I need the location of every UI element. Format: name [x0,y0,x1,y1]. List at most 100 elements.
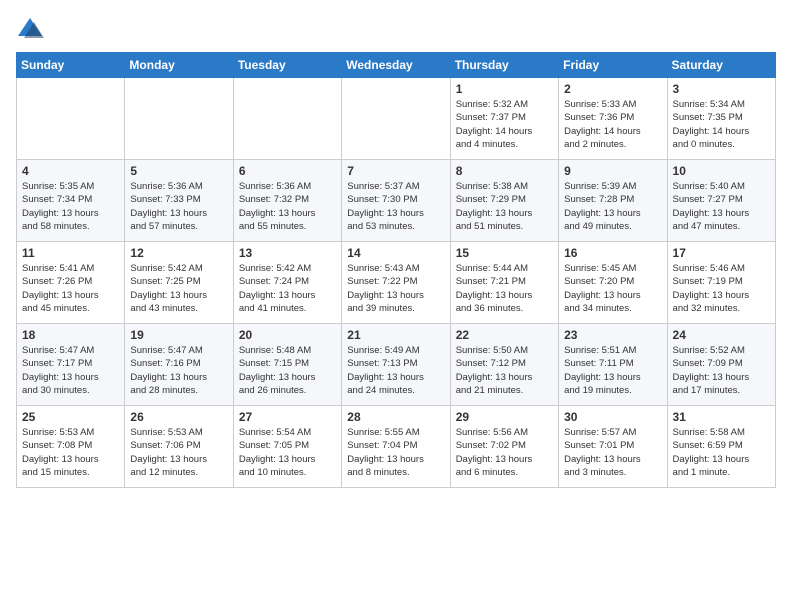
calendar-cell: 14 Sunrise: 5:43 AM Sunset: 7:22 PM Dayli… [342,242,450,324]
page-header [16,16,776,44]
week-row-4: 18 Sunrise: 5:47 AM Sunset: 7:17 PM Dayli… [17,324,776,406]
calendar-cell: 23Sunrise: 5:51 AM Sunset: 7:11 PM Dayli… [559,324,667,406]
day-info: Sunrise: 5:47 AM Sunset: 7:17 PM Dayligh… [22,344,119,397]
calendar-cell: 8Sunrise: 5:38 AM Sunset: 7:29 PM Daylig… [450,160,558,242]
day-number: 7 [347,164,444,178]
day-info: Sunrise: 5:37 AM Sunset: 7:30 PM Dayligh… [347,180,444,233]
week-row-1: 1 Sunrise: 5:32 AM Sunset: 7:37 PM Daylig… [17,78,776,160]
calendar-cell: 25 Sunrise: 5:53 AM Sunset: 7:08 PM Dayli… [17,406,125,488]
day-number: 30 [564,410,661,424]
calendar-cell [17,78,125,160]
day-number: 24 [673,328,770,342]
day-info: Sunrise: 5:54 AM Sunset: 7:05 PM Dayligh… [239,426,336,479]
day-info: Sunrise: 5:32 AM Sunset: 7:37 PM Dayligh… [456,98,553,151]
calendar-cell: 13 Sunrise: 5:42 AM Sunset: 7:24 PM Dayli… [233,242,341,324]
day-number: 14 [347,246,444,260]
day-info: Sunrise: 5:55 AM Sunset: 7:04 PM Dayligh… [347,426,444,479]
calendar-cell: 20 Sunrise: 5:48 AM Sunset: 7:15 PM Dayli… [233,324,341,406]
day-info: Sunrise: 5:40 AM Sunset: 7:27 PM Dayligh… [673,180,770,233]
week-row-5: 25 Sunrise: 5:53 AM Sunset: 7:08 PM Dayli… [17,406,776,488]
day-number: 4 [22,164,119,178]
day-number: 2 [564,82,661,96]
day-info: Sunrise: 5:52 AM Sunset: 7:09 PM Dayligh… [673,344,770,397]
day-number: 27 [239,410,336,424]
day-info: Sunrise: 5:41 AM Sunset: 7:26 PM Dayligh… [22,262,119,315]
calendar-cell: 30 Sunrise: 5:57 AM Sunset: 7:01 PM Dayli… [559,406,667,488]
day-number: 18 [22,328,119,342]
day-number: 12 [130,246,227,260]
day-number: 22 [456,328,553,342]
weekday-header-tuesday: Tuesday [233,53,341,78]
day-info: Sunrise: 5:42 AM Sunset: 7:25 PM Dayligh… [130,262,227,315]
calendar-cell [125,78,233,160]
logo-icon [16,16,44,44]
calendar-cell: 6 Sunrise: 5:36 AM Sunset: 7:32 PM Daylig… [233,160,341,242]
calendar-cell: 17 Sunrise: 5:46 AM Sunset: 7:19 PM Dayli… [667,242,775,324]
calendar-table: SundayMondayTuesdayWednesdayThursdayFrid… [16,52,776,488]
weekday-header-thursday: Thursday [450,53,558,78]
day-number: 15 [456,246,553,260]
weekday-header-friday: Friday [559,53,667,78]
day-info: Sunrise: 5:42 AM Sunset: 7:24 PM Dayligh… [239,262,336,315]
calendar-cell: 10 Sunrise: 5:40 AM Sunset: 7:27 PM Dayli… [667,160,775,242]
day-number: 1 [456,82,553,96]
day-info: Sunrise: 5:36 AM Sunset: 7:32 PM Dayligh… [239,180,336,233]
day-info: Sunrise: 5:56 AM Sunset: 7:02 PM Dayligh… [456,426,553,479]
calendar-cell: 16Sunrise: 5:45 AM Sunset: 7:20 PM Dayli… [559,242,667,324]
day-number: 10 [673,164,770,178]
day-number: 25 [22,410,119,424]
day-number: 26 [130,410,227,424]
calendar-cell: 2 Sunrise: 5:33 AM Sunset: 7:36 PM Daylig… [559,78,667,160]
day-info: Sunrise: 5:35 AM Sunset: 7:34 PM Dayligh… [22,180,119,233]
calendar-cell: 22 Sunrise: 5:50 AM Sunset: 7:12 PM Dayli… [450,324,558,406]
calendar-cell: 28Sunrise: 5:55 AM Sunset: 7:04 PM Dayli… [342,406,450,488]
calendar-cell [342,78,450,160]
weekday-header-monday: Monday [125,53,233,78]
weekday-header-sunday: Sunday [17,53,125,78]
day-info: Sunrise: 5:46 AM Sunset: 7:19 PM Dayligh… [673,262,770,315]
week-row-3: 11 Sunrise: 5:41 AM Sunset: 7:26 PM Dayli… [17,242,776,324]
day-info: Sunrise: 5:53 AM Sunset: 7:06 PM Dayligh… [130,426,227,479]
day-info: Sunrise: 5:50 AM Sunset: 7:12 PM Dayligh… [456,344,553,397]
day-info: Sunrise: 5:49 AM Sunset: 7:13 PM Dayligh… [347,344,444,397]
day-info: Sunrise: 5:33 AM Sunset: 7:36 PM Dayligh… [564,98,661,151]
day-number: 11 [22,246,119,260]
day-info: Sunrise: 5:36 AM Sunset: 7:33 PM Dayligh… [130,180,227,233]
calendar-cell: 27 Sunrise: 5:54 AM Sunset: 7:05 PM Dayli… [233,406,341,488]
day-number: 6 [239,164,336,178]
day-info: Sunrise: 5:47 AM Sunset: 7:16 PM Dayligh… [130,344,227,397]
calendar-cell: 7 Sunrise: 5:37 AM Sunset: 7:30 PM Daylig… [342,160,450,242]
calendar-cell: 4 Sunrise: 5:35 AM Sunset: 7:34 PM Daylig… [17,160,125,242]
calendar-cell: 29 Sunrise: 5:56 AM Sunset: 7:02 PM Dayli… [450,406,558,488]
calendar-cell: 24 Sunrise: 5:52 AM Sunset: 7:09 PM Dayli… [667,324,775,406]
day-number: 17 [673,246,770,260]
calendar-cell: 3Sunrise: 5:34 AM Sunset: 7:35 PM Daylig… [667,78,775,160]
day-info: Sunrise: 5:58 AM Sunset: 6:59 PM Dayligh… [673,426,770,479]
day-number: 21 [347,328,444,342]
weekday-header-saturday: Saturday [667,53,775,78]
day-info: Sunrise: 5:39 AM Sunset: 7:28 PM Dayligh… [564,180,661,233]
calendar-cell: 11 Sunrise: 5:41 AM Sunset: 7:26 PM Dayli… [17,242,125,324]
day-info: Sunrise: 5:44 AM Sunset: 7:21 PM Dayligh… [456,262,553,315]
day-info: Sunrise: 5:43 AM Sunset: 7:22 PM Dayligh… [347,262,444,315]
day-info: Sunrise: 5:57 AM Sunset: 7:01 PM Dayligh… [564,426,661,479]
day-info: Sunrise: 5:48 AM Sunset: 7:15 PM Dayligh… [239,344,336,397]
day-number: 20 [239,328,336,342]
day-number: 16 [564,246,661,260]
calendar-cell: 12 Sunrise: 5:42 AM Sunset: 7:25 PM Dayli… [125,242,233,324]
calendar-cell: 19 Sunrise: 5:47 AM Sunset: 7:16 PM Dayli… [125,324,233,406]
calendar-cell: 1 Sunrise: 5:32 AM Sunset: 7:37 PM Daylig… [450,78,558,160]
day-number: 29 [456,410,553,424]
day-number: 19 [130,328,227,342]
day-number: 5 [130,164,227,178]
day-number: 9 [564,164,661,178]
day-info: Sunrise: 5:34 AM Sunset: 7:35 PM Dayligh… [673,98,770,151]
logo [16,16,48,44]
weekday-header-wednesday: Wednesday [342,53,450,78]
day-info: Sunrise: 5:53 AM Sunset: 7:08 PM Dayligh… [22,426,119,479]
day-number: 13 [239,246,336,260]
day-number: 8 [456,164,553,178]
calendar-cell: 9 Sunrise: 5:39 AM Sunset: 7:28 PM Daylig… [559,160,667,242]
calendar-cell [233,78,341,160]
calendar-cell: 26 Sunrise: 5:53 AM Sunset: 7:06 PM Dayli… [125,406,233,488]
